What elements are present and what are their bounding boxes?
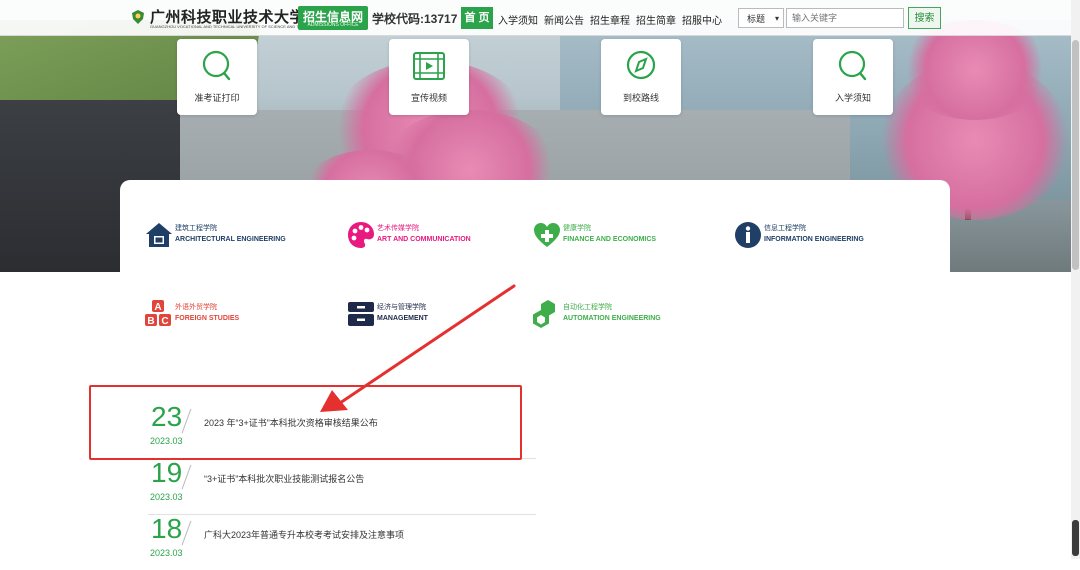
drawer-icon [348, 302, 374, 326]
palette-icon [348, 222, 374, 248]
college-name-cn: 健康学院 [563, 225, 591, 232]
floating-tool-handle[interactable] [1072, 520, 1079, 556]
search-button[interactable]: 搜索 [908, 7, 941, 29]
school-code: 学校代码:13717 [372, 12, 458, 26]
nav-admission-brochure[interactable]: 招生简章 [636, 12, 676, 27]
nav-admission-rules[interactable]: 招生章程 [590, 12, 630, 27]
search-icon [838, 50, 867, 81]
film-icon [413, 52, 445, 80]
top-navigation-bar: 广州科技职业技术大学 GUANGZHOU VOCATIONAL AND TECH… [0, 0, 1080, 36]
college-name-en: FINANCE AND ECONOMICS [563, 236, 657, 243]
college-name-en: FOREIGN STUDIES [175, 315, 240, 322]
quick-link-admission-notice[interactable]: 入学须知 [813, 39, 893, 115]
nav-home[interactable]: 首 页 [461, 7, 493, 29]
news-divider [181, 520, 192, 546]
quick-link-label: 宣传视频 [410, 93, 447, 103]
heart-cross-icon [534, 223, 560, 247]
svg-text:A: A [154, 302, 161, 313]
svg-text:B: B [147, 316, 154, 327]
info-icon [735, 222, 761, 248]
news-year-month: 2023.03 [150, 492, 183, 502]
annotation-highlight-box [89, 385, 522, 460]
nav-service-center[interactable]: 招服中心 [682, 12, 722, 27]
svg-text:C: C [161, 316, 168, 327]
news-item[interactable]: 19 2023.03 “3+证书”本科批次职业技能测试报名公告 [148, 457, 536, 515]
news-day: 19 [151, 457, 183, 488]
quick-link-label: 到校路线 [622, 93, 659, 103]
chevron-down-icon: ▾ [774, 14, 779, 23]
news-item[interactable]: 18 2023.03 广科大2023年普通专升本校考考试安排及注意事项 [148, 513, 536, 570]
nav-admission-notice[interactable]: 入学须知 [498, 12, 538, 27]
search-type-value: 标题 [747, 14, 766, 24]
admissions-badge-en: ADMISSIONS OFFICE [307, 22, 359, 28]
colleges-panel [120, 180, 950, 355]
news-day: 18 [151, 513, 183, 544]
quick-link-promo-video[interactable]: 宣传视频 [389, 39, 469, 115]
quick-link-admission-ticket[interactable]: 准考证打印 [177, 39, 257, 115]
college-name-cn: 经济与管理学院 [377, 304, 426, 311]
quick-link-label: 入学须知 [834, 93, 871, 103]
compass-icon [626, 50, 656, 80]
college-name-cn: 信息工程学院 [764, 225, 806, 232]
school-logo-icon [132, 10, 144, 24]
college-name-en: AUTOMATION ENGINEERING [563, 315, 661, 322]
page-scrollbar[interactable] [1071, 0, 1080, 559]
cubes-icon [533, 300, 555, 328]
quick-link-label: 准考证打印 [194, 93, 240, 103]
nav-news[interactable]: 新闻公告 [544, 12, 584, 27]
news-divider [181, 464, 192, 490]
scrollbar-thumb[interactable] [1072, 40, 1079, 270]
college-name-cn: 艺术传媒学院 [377, 225, 419, 232]
college-name-en: MANAGEMENT [377, 315, 428, 322]
college-name-en: ART AND COMMUNICATION [377, 236, 471, 243]
college-name-cn: 外语外贸学院 [175, 304, 217, 311]
search-icon [202, 50, 231, 81]
college-name-en: INFORMATION ENGINEERING [764, 236, 864, 243]
college-name-cn: 自动化工程学院 [563, 304, 612, 311]
abc-blocks-icon: A B C [145, 300, 171, 327]
news-title[interactable]: “3+证书”本科批次职业技能测试报名公告 [204, 472, 364, 485]
search-type-select[interactable]: 标题 ▾ [738, 8, 784, 28]
house-icon [146, 223, 172, 247]
news-year-month: 2023.03 [150, 548, 183, 558]
search-input[interactable] [786, 8, 904, 28]
quick-link-campus-route[interactable]: 到校路线 [601, 39, 681, 115]
college-name-cn: 建筑工程学院 [175, 225, 217, 232]
college-name-en: ARCHITECTURAL ENGINEERING [175, 236, 286, 243]
admissions-badge[interactable]: 招生信息网 ADMISSIONS OFFICE [298, 6, 368, 30]
news-title[interactable]: 广科大2023年普通专升本校考考试安排及注意事项 [204, 528, 404, 541]
